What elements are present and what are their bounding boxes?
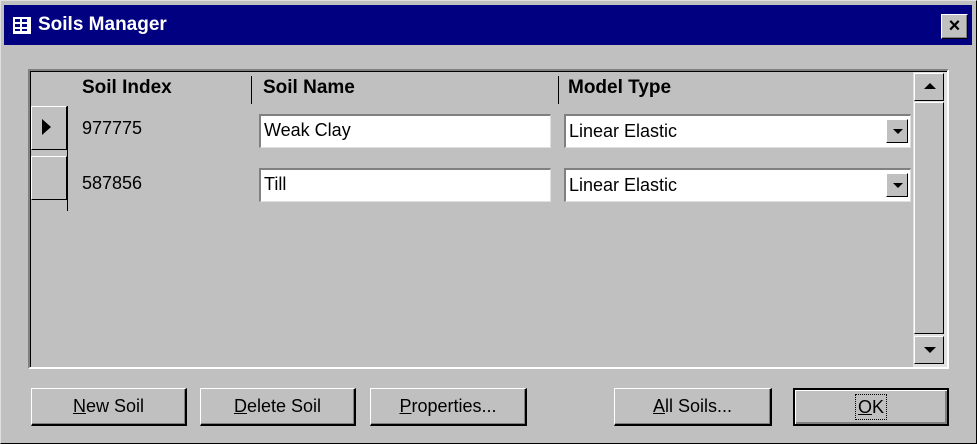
form-icon [13,17,31,34]
dropdown-button[interactable] [886,119,908,143]
properties-button[interactable]: Properties... [370,388,527,426]
column-divider [251,76,252,104]
scroll-down-button[interactable] [914,336,944,364]
title-bar[interactable]: Soils Manager × [4,5,972,45]
column-header-model-type: Model Type [568,77,672,98]
record-selector-row-1[interactable] [31,106,67,150]
chevron-down-icon [893,183,903,188]
scroll-up-icon [924,83,936,89]
all-soils-button[interactable]: All Soils... [614,388,772,426]
scroll-thumb[interactable] [914,102,944,334]
record-selector-row-2[interactable] [31,156,67,200]
vertical-scrollbar[interactable] [913,72,947,367]
scroll-up-button[interactable] [914,73,944,101]
soils-manager-window: Soils Manager × Soil Index Soil Name Mod… [0,0,977,444]
column-header-soil-index: Soil Index [82,77,172,98]
delete-soil-button[interactable]: Delete Soil [200,388,356,426]
selector-divider [67,106,68,211]
focus-indicator: OK [854,394,888,420]
soil-index-cell: 587856 [82,173,143,193]
record-selector-arrow-icon [42,119,51,135]
soils-grid: Soil Index Soil Name Model Type 977775 W… [28,69,949,369]
model-type-value: Linear Elastic [569,175,678,195]
chevron-down-icon [893,129,903,134]
close-icon: × [948,15,961,37]
scroll-down-icon [924,347,936,353]
dropdown-button[interactable] [886,173,908,197]
close-button[interactable]: × [941,14,968,39]
model-type-value: Linear Elastic [569,121,678,141]
model-type-dropdown[interactable]: Linear Elastic [564,168,911,202]
new-soil-button[interactable]: New Soil [31,388,187,426]
soil-name-field[interactable]: Weak Clay [259,114,551,148]
soil-name-field[interactable]: Till [259,168,551,202]
soil-index-cell: 977775 [82,118,143,138]
model-type-dropdown[interactable]: Linear Elastic [564,114,911,148]
column-header-soil-name: Soil Name [263,77,355,98]
column-divider [558,76,559,104]
ok-button[interactable]: OK [793,388,949,426]
window-title: Soils Manager [38,14,167,35]
